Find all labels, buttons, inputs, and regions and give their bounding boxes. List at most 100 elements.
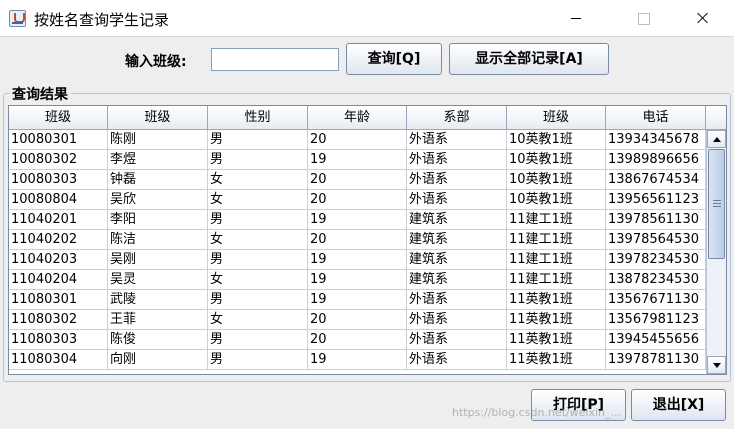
table-cell[interactable]: 19 <box>308 270 407 289</box>
table-cell[interactable]: 女 <box>208 270 308 289</box>
table-cell[interactable]: 13567671130 <box>606 290 706 309</box>
table-cell[interactable]: 外语系 <box>407 330 507 349</box>
table-row[interactable]: 10080301 陈刚男 20 外语系 10英教1班 13934345678 <box>9 130 706 150</box>
table-cell[interactable]: 吴灵 <box>108 270 208 289</box>
column-header[interactable]: 年龄 <box>308 106 407 130</box>
table-cell[interactable]: 钟磊 <box>108 170 208 189</box>
column-header[interactable]: 电话 <box>606 106 706 130</box>
table-cell[interactable]: 11080303 <box>9 330 108 349</box>
exit-button[interactable]: 退出[X] <box>631 389 726 421</box>
table-cell[interactable]: 11建工1班 <box>507 250 606 269</box>
table-row[interactable]: 11040203 吴刚男 19 建筑系 11建工1班 13978234530 <box>9 250 706 270</box>
table-cell[interactable]: 11建工1班 <box>507 230 606 249</box>
table-cell[interactable]: 11040202 <box>9 230 108 249</box>
class-search-input[interactable] <box>211 48 339 71</box>
table-cell[interactable]: 李阳 <box>108 210 208 229</box>
table-row[interactable]: 10080302 李煜男 19 外语系 10英教1班 13989896656 <box>9 150 706 170</box>
table-cell[interactable]: 13878234530 <box>606 270 706 289</box>
maximize-button[interactable] <box>620 0 666 36</box>
table-cell[interactable]: 19 <box>308 250 407 269</box>
column-header[interactable]: 班级 <box>507 106 606 130</box>
scroll-thumb[interactable] <box>708 149 725 259</box>
table-cell[interactable]: 13978781130 <box>606 350 706 369</box>
table-cell[interactable]: 王菲 <box>108 310 208 329</box>
table-cell[interactable]: 11建工1班 <box>507 270 606 289</box>
table-cell[interactable]: 13989896656 <box>606 150 706 169</box>
table-cell[interactable]: 外语系 <box>407 150 507 169</box>
table-cell[interactable]: 10080303 <box>9 170 108 189</box>
table-cell[interactable]: 13945455656 <box>606 330 706 349</box>
show-all-button[interactable]: 显示全部记录[A] <box>449 43 609 75</box>
minimize-button[interactable] <box>553 0 599 36</box>
table-cell[interactable]: 11英教1班 <box>507 330 606 349</box>
table-cell[interactable]: 11040201 <box>9 210 108 229</box>
table-cell[interactable]: 11英教1班 <box>507 310 606 329</box>
table-row[interactable]: 11080301 武陵男 19 外语系 11英教1班 13567671130 <box>9 290 706 310</box>
table-cell[interactable]: 男 <box>208 290 308 309</box>
table-cell[interactable]: 向刚 <box>108 350 208 369</box>
table-cell[interactable]: 10080301 <box>9 130 108 149</box>
table-cell[interactable]: 20 <box>308 130 407 149</box>
table-cell[interactable]: 20 <box>308 330 407 349</box>
table-cell[interactable]: 11040203 <box>9 250 108 269</box>
table-cell[interactable]: 10英教1班 <box>507 150 606 169</box>
table-cell[interactable]: 19 <box>308 290 407 309</box>
table-cell[interactable]: 建筑系 <box>407 270 507 289</box>
table-cell[interactable]: 13567981123 <box>606 310 706 329</box>
table-cell[interactable]: 外语系 <box>407 310 507 329</box>
table-cell[interactable]: 吴欣 <box>108 190 208 209</box>
table-cell[interactable]: 10英教1班 <box>507 170 606 189</box>
column-header[interactable]: 性别 <box>208 106 308 130</box>
table-cell[interactable]: 外语系 <box>407 350 507 369</box>
close-button[interactable] <box>680 0 726 36</box>
column-header[interactable]: 班级 <box>9 106 108 130</box>
table-cell[interactable]: 11080304 <box>9 350 108 369</box>
table-cell[interactable]: 男 <box>208 130 308 149</box>
column-header[interactable]: 班级 <box>108 106 208 130</box>
table-cell[interactable]: 武陵 <box>108 290 208 309</box>
table-cell[interactable]: 19 <box>308 210 407 229</box>
scroll-up-arrow-icon[interactable] <box>707 130 726 148</box>
table-cell[interactable]: 女 <box>208 310 308 329</box>
table-cell[interactable]: 11080302 <box>9 310 108 329</box>
table-cell[interactable]: 外语系 <box>407 190 507 209</box>
table-cell[interactable]: 13978561130 <box>606 210 706 229</box>
table-row[interactable]: 11080303 陈俊男 20 外语系 11英教1班 13945455656 <box>9 330 706 350</box>
table-cell[interactable]: 11080301 <box>9 290 108 309</box>
table-cell[interactable]: 13956561123 <box>606 190 706 209</box>
table-row[interactable]: 10080303 钟磊女 20 外语系 10英教1班 13867674534 <box>9 170 706 190</box>
table-row[interactable]: 11040202 陈洁女 20 建筑系 11建工1班 13978564530 <box>9 230 706 250</box>
table-cell[interactable]: 13978564530 <box>606 230 706 249</box>
table-cell[interactable]: 外语系 <box>407 130 507 149</box>
table-cell[interactable]: 11建工1班 <box>507 210 606 229</box>
table-cell[interactable]: 男 <box>208 350 308 369</box>
table-cell[interactable]: 女 <box>208 170 308 189</box>
table-cell[interactable]: 20 <box>308 170 407 189</box>
table-cell[interactable]: 19 <box>308 350 407 369</box>
table-cell[interactable]: 19 <box>308 150 407 169</box>
table-cell[interactable]: 10英教1班 <box>507 130 606 149</box>
table-cell[interactable]: 11英教1班 <box>507 350 606 369</box>
table-cell[interactable]: 吴刚 <box>108 250 208 269</box>
table-cell[interactable]: 13978234530 <box>606 250 706 269</box>
table-cell[interactable]: 陈俊 <box>108 330 208 349</box>
table-cell[interactable]: 13934345678 <box>606 130 706 149</box>
table-cell[interactable]: 20 <box>308 310 407 329</box>
table-row[interactable]: 11040201 李阳男 19 建筑系 11建工1班 13978561130 <box>9 210 706 230</box>
table-cell[interactable]: 20 <box>308 230 407 249</box>
table-cell[interactable]: 女 <box>208 190 308 209</box>
table-cell[interactable]: 建筑系 <box>407 250 507 269</box>
table-cell[interactable]: 建筑系 <box>407 230 507 249</box>
table-cell[interactable]: 10080302 <box>9 150 108 169</box>
table-cell[interactable]: 10英教1班 <box>507 190 606 209</box>
vertical-scrollbar[interactable] <box>706 130 726 374</box>
column-header[interactable]: 系部 <box>407 106 507 130</box>
table-cell[interactable]: 11040204 <box>9 270 108 289</box>
table-cell[interactable]: 陈刚 <box>108 130 208 149</box>
table-row[interactable]: 11080304 向刚男 19 外语系 11英教1班 13978781130 <box>9 350 706 370</box>
table-cell[interactable]: 陈洁 <box>108 230 208 249</box>
table-row[interactable]: 11040204 吴灵女 19 建筑系 11建工1班 13878234530 <box>9 270 706 290</box>
table-cell[interactable]: 外语系 <box>407 170 507 189</box>
table-cell[interactable]: 男 <box>208 250 308 269</box>
table-cell[interactable]: 13867674534 <box>606 170 706 189</box>
